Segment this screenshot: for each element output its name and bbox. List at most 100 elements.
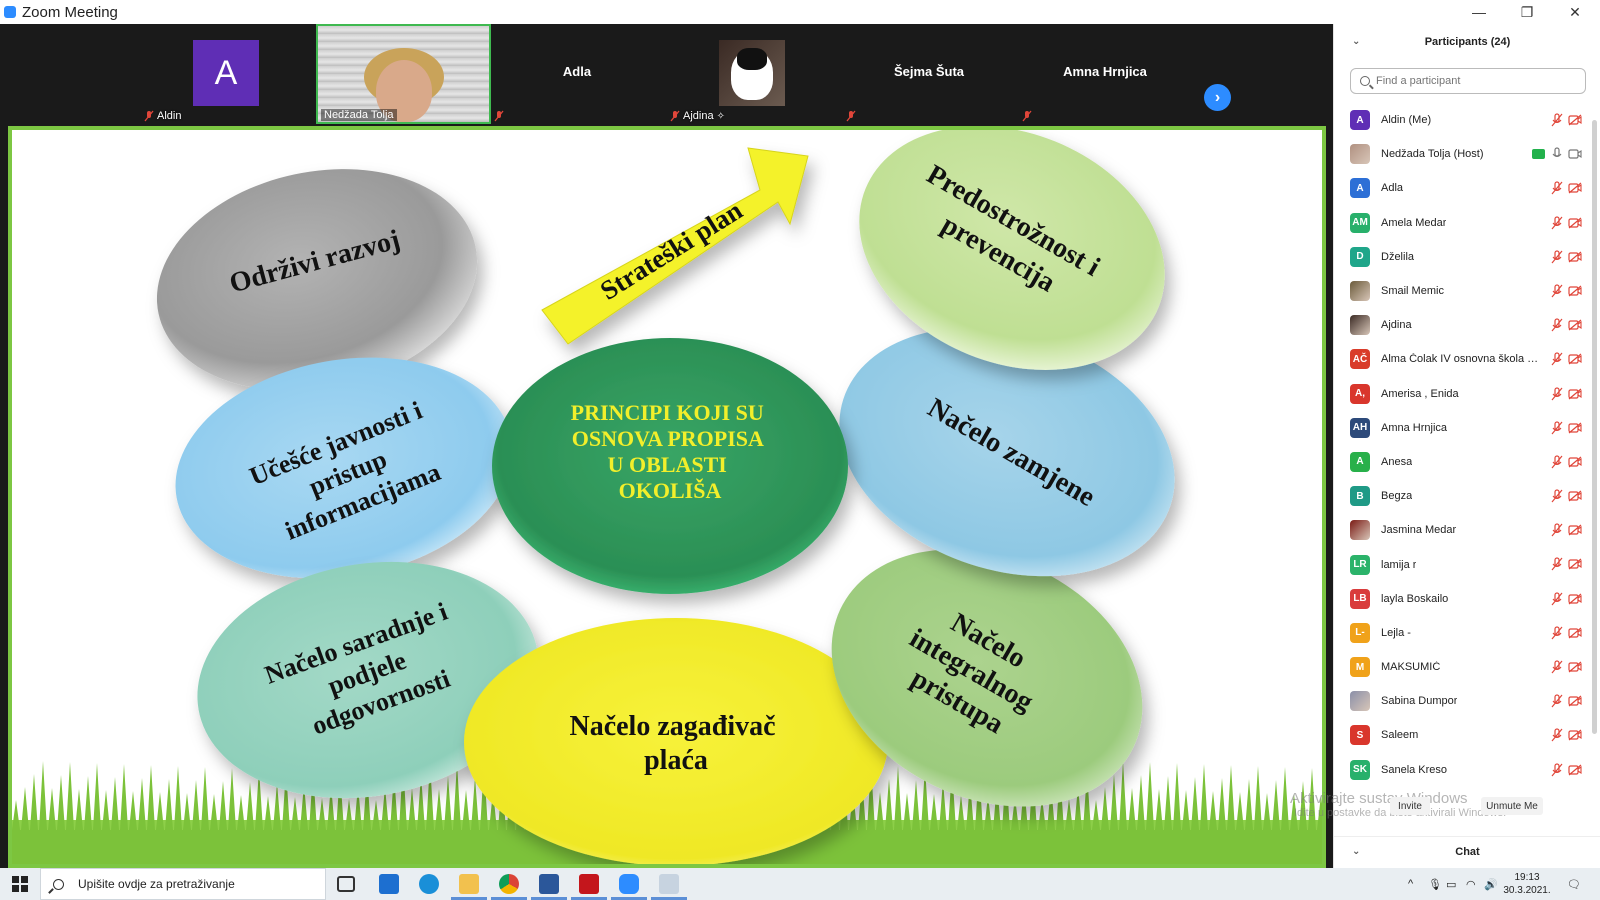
wifi-icon[interactable]: ◠ [1466, 868, 1476, 900]
mic-muted-icon[interactable] [1551, 728, 1563, 747]
invite-button[interactable]: Invite [1390, 797, 1430, 815]
participant-row[interactable]: Sabina Dumpor [1334, 684, 1600, 718]
zoom-taskbar-icon[interactable] [619, 874, 639, 894]
mic-muted-icon[interactable] [1551, 250, 1563, 269]
mic-muted-icon[interactable] [1551, 352, 1563, 371]
participant-row[interactable]: AH Amna Hrnjica [1334, 411, 1600, 445]
mic-muted-icon[interactable] [1551, 284, 1563, 303]
mic-muted-icon [670, 110, 680, 122]
tray-chevron-up-icon[interactable]: ^ [1408, 868, 1413, 900]
participant-row[interactable]: Smail Memic [1334, 274, 1600, 308]
video-tile-nedzada[interactable]: Nedžada Tolja [316, 24, 491, 124]
mic-muted-icon[interactable] [1551, 386, 1563, 406]
battery-icon[interactable]: ▭ [1446, 868, 1456, 900]
video-off-icon[interactable] [1568, 318, 1582, 336]
file-explorer-icon[interactable] [459, 874, 479, 894]
participant-row[interactable]: AM Amela Medar [1334, 206, 1600, 240]
paint-icon[interactable] [659, 874, 679, 894]
chevron-down-icon[interactable]: ⌄ [1352, 36, 1360, 47]
volume-icon[interactable]: 🔊 [1484, 868, 1498, 900]
participant-name: Lejla - [1381, 626, 1411, 639]
participant-row[interactable]: D Dželila [1334, 240, 1600, 274]
participant-list-scrollbar[interactable] [1592, 120, 1597, 734]
video-tile-adla[interactable]: Adla [490, 24, 664, 124]
chevron-down-icon[interactable]: ⌄ [1352, 846, 1360, 857]
mic-muted-icon[interactable] [1551, 421, 1563, 440]
search-icon [53, 878, 64, 890]
mic-muted-icon[interactable] [1551, 113, 1563, 132]
participant-row[interactable]: LR lamija r [1334, 547, 1600, 581]
window-titlebar: Zoom Meeting — ❐ ✕ [0, 0, 1600, 24]
video-off-icon[interactable] [1568, 216, 1582, 234]
next-page-button[interactable]: › [1204, 84, 1231, 111]
video-off-icon[interactable] [1568, 728, 1582, 746]
taskbar-clock[interactable]: 19:13 30.3.2021. [1503, 871, 1551, 897]
microphone-tray-icon[interactable]: 🎙 [1428, 868, 1442, 900]
video-off-icon[interactable] [1568, 592, 1582, 610]
participant-row[interactable]: A Aldin (Me) [1334, 103, 1600, 137]
participant-row[interactable]: B Begza [1334, 479, 1600, 513]
word-icon[interactable] [539, 874, 559, 894]
video-off-icon[interactable] [1568, 352, 1582, 370]
participant-search-box[interactable] [1350, 68, 1586, 94]
mic-muted-icon[interactable] [1551, 694, 1563, 713]
close-button[interactable]: ✕ [1552, 0, 1598, 24]
video-off-icon[interactable] [1568, 455, 1582, 473]
mic-muted-icon[interactable] [1551, 489, 1563, 508]
video-tile-aldin[interactable]: A Aldin [140, 24, 314, 124]
video-off-icon[interactable] [1568, 113, 1582, 131]
notifications-icon[interactable]: 🗨 [1567, 868, 1581, 900]
windows-start-button[interactable] [12, 876, 28, 892]
taskbar-search-box[interactable]: Upišite ovdje za pretraživanje [40, 868, 326, 900]
participant-row[interactable]: SK Sanela Kreso [1334, 753, 1600, 787]
video-off-icon[interactable] [1568, 523, 1582, 541]
task-view-icon[interactable] [337, 876, 355, 892]
mic-muted-icon[interactable] [1551, 215, 1563, 235]
video-tile-sejma[interactable]: Šejma Šuta [842, 24, 1016, 124]
video-off-icon[interactable] [1568, 387, 1582, 405]
participant-row[interactable]: M MAKSUMIĆ [1334, 650, 1600, 684]
participant-row[interactable]: Nedžada Tolja (Host) [1334, 137, 1600, 171]
video-off-icon[interactable] [1568, 763, 1582, 781]
participant-search-input[interactable] [1376, 75, 1576, 87]
mic-muted-icon[interactable] [1551, 557, 1563, 576]
video-off-icon[interactable] [1568, 660, 1582, 678]
participant-name: Sabina Dumpor [1381, 695, 1458, 708]
video-off-icon[interactable] [1568, 489, 1582, 507]
participant-row[interactable]: A Adla [1334, 171, 1600, 205]
mic-muted-icon[interactable] [1551, 455, 1563, 474]
mic-muted-icon[interactable] [1551, 318, 1563, 337]
participant-row[interactable]: A, Amerisa , Enida [1334, 377, 1600, 411]
mic-muted-icon[interactable] [1551, 592, 1563, 611]
participant-row[interactable]: LB layla Boskailo [1334, 582, 1600, 616]
unmute-me-button[interactable]: Unmute Me [1481, 797, 1543, 815]
mic-muted-icon[interactable] [1551, 660, 1563, 679]
mic-muted-icon[interactable] [1551, 626, 1563, 645]
participant-row[interactable]: A Anesa [1334, 445, 1600, 479]
restore-button[interactable]: ❐ [1504, 0, 1550, 24]
minimize-button[interactable]: — [1456, 0, 1502, 24]
mail-icon[interactable] [379, 874, 399, 894]
video-off-icon[interactable] [1568, 421, 1582, 439]
video-off-icon[interactable] [1568, 626, 1582, 644]
video-off-icon[interactable] [1568, 250, 1582, 268]
video-off-icon[interactable] [1568, 557, 1582, 575]
mic-icon[interactable] [1551, 147, 1563, 166]
participant-row[interactable]: L- Lejla - [1334, 616, 1600, 650]
video-off-icon[interactable] [1568, 284, 1582, 302]
video-off-icon[interactable] [1568, 694, 1582, 712]
video-tile-ajdina[interactable]: Ajdina ✧ [666, 24, 840, 124]
participant-row[interactable]: S Saleem [1334, 718, 1600, 752]
acrobat-icon[interactable] [579, 874, 599, 894]
video-camera-icon[interactable] [1568, 147, 1582, 165]
participant-row[interactable]: Jasmina Medar [1334, 513, 1600, 547]
chrome-icon[interactable] [499, 874, 519, 894]
video-off-icon[interactable] [1568, 181, 1582, 199]
mic-muted-icon[interactable] [1551, 523, 1563, 542]
participant-row[interactable]: Ajdina [1334, 308, 1600, 342]
mic-muted-icon[interactable] [1551, 762, 1563, 782]
video-tile-amna[interactable]: Amna Hrnjica [1018, 24, 1192, 124]
edge-browser-icon[interactable] [419, 874, 439, 894]
mic-muted-icon[interactable] [1551, 181, 1563, 200]
participant-row[interactable]: AČ Alma Čolak IV osnovna škola M... [1334, 342, 1600, 376]
